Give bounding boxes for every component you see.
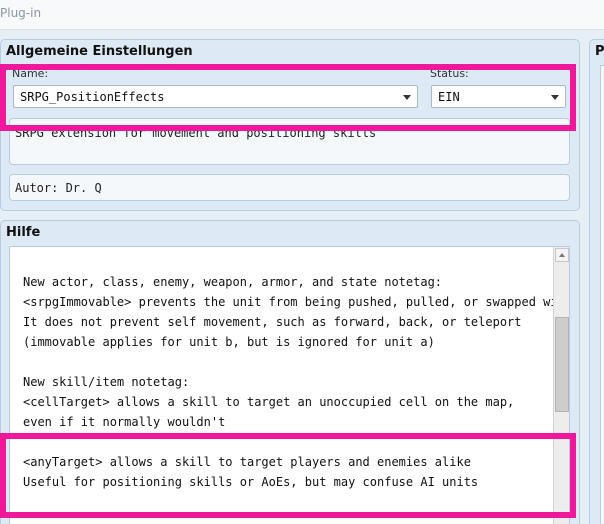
chevron-down-icon bbox=[403, 95, 411, 100]
help-text-area[interactable]: New actor, class, enemy, weapon, armor, … bbox=[9, 246, 570, 524]
right-panel: P bbox=[589, 39, 604, 524]
description-text: SRPG extension for movement and position… bbox=[15, 126, 377, 140]
status-select[interactable]: EIN bbox=[431, 85, 566, 108]
help-line: (immovable applies for unit b, but is ig… bbox=[23, 335, 435, 349]
description-field[interactable]: SRPG extension for movement and position… bbox=[9, 118, 570, 165]
help-line: even if it normally wouldn't bbox=[23, 415, 226, 429]
status-select-value: EIN bbox=[438, 90, 460, 104]
help-panel: Hilfe New actor, class, enemy, weapon, a… bbox=[0, 220, 580, 524]
status-label: Status: bbox=[430, 67, 469, 80]
author-text: Autor: Dr. Q bbox=[15, 181, 102, 195]
name-label: Name: bbox=[12, 67, 49, 80]
help-line: Useful for positioning skills or AoEs, b… bbox=[23, 475, 479, 489]
general-settings-panel: Allgemeine Einstellungen Name: Status: S… bbox=[0, 39, 580, 211]
help-line: <srpgImmovable> prevents the unit from b… bbox=[23, 295, 570, 309]
right-panel-title: P bbox=[595, 44, 604, 59]
name-select-value: SRPG_PositionEffects bbox=[20, 90, 165, 104]
name-select[interactable]: SRPG_PositionEffects bbox=[13, 85, 418, 108]
help-title: Hilfe bbox=[6, 225, 41, 240]
window-title: Plug-in bbox=[0, 6, 42, 20]
help-line: New actor, class, enemy, weapon, armor, … bbox=[23, 275, 443, 289]
scroll-thumb[interactable] bbox=[555, 317, 569, 412]
chevron-up-icon bbox=[559, 253, 565, 257]
help-line: <cellTarget> allows a skill to target an… bbox=[23, 395, 515, 409]
general-settings-title: Allgemeine Einstellungen bbox=[6, 44, 193, 59]
chevron-down-icon bbox=[551, 95, 559, 100]
scroll-up-button[interactable] bbox=[555, 248, 569, 262]
window-titlebar: Plug-in bbox=[0, 0, 604, 30]
help-scrollbar[interactable] bbox=[553, 247, 569, 524]
help-line: New skill/item notetag: bbox=[23, 375, 190, 389]
author-field[interactable]: Autor: Dr. Q bbox=[9, 174, 570, 201]
right-panel-content bbox=[600, 65, 604, 524]
help-line: It does not prevent self movement, such … bbox=[23, 315, 522, 329]
help-line: <anyTarget> allows a skill to target pla… bbox=[23, 455, 471, 469]
